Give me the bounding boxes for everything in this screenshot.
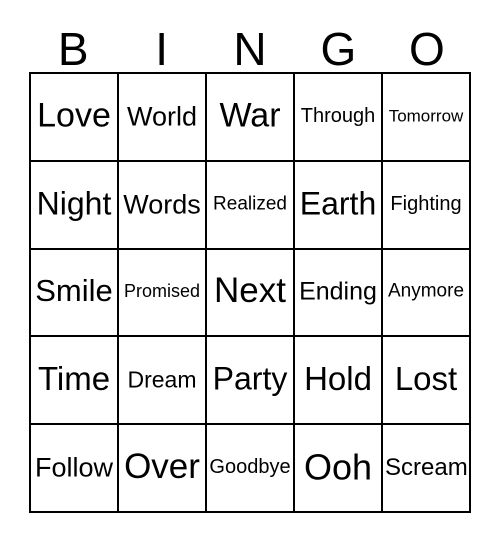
bingo-cell-label: Through <box>300 104 376 127</box>
bingo-cell-label: Dream <box>127 366 197 393</box>
bingo-cell-label: Tomorrow <box>388 106 464 126</box>
bingo-cell-label: Anymore <box>387 281 465 303</box>
bingo-cell[interactable]: Fighting <box>383 161 471 250</box>
bingo-cell[interactable]: Lost <box>383 337 471 426</box>
bingo-cell[interactable]: Words <box>119 161 207 250</box>
bingo-header-letter-o: O <box>408 23 445 75</box>
bingo-cell-label: Earth <box>299 185 377 222</box>
bingo-cell[interactable]: Smile <box>31 249 119 338</box>
bingo-cell-label: Lost <box>394 360 458 398</box>
bingo-cell-label: Love <box>37 96 111 135</box>
bingo-cell-label: Time <box>37 360 111 398</box>
bingo-cell-label: Hold <box>304 360 372 398</box>
bingo-cell-label: Fighting <box>390 192 462 215</box>
bingo-row: Smile Promised Next Ending Anymore <box>31 249 471 338</box>
bingo-cell-label: Goodbye <box>209 456 291 479</box>
bingo-header-letter-g: G <box>320 23 357 75</box>
bingo-grid: Love World War Through Tomorrow Night Wo… <box>29 72 471 513</box>
bingo-cell-label: Party <box>212 360 288 397</box>
bingo-cell-label: Night <box>36 185 112 222</box>
bingo-cell[interactable]: Love <box>31 74 119 162</box>
bingo-cell-label: Ending <box>299 277 377 306</box>
bingo-cell[interactable]: Scream <box>383 425 471 513</box>
bingo-row: Time Dream Party Hold Lost <box>31 337 471 426</box>
bingo-cell[interactable]: Over <box>119 425 207 513</box>
bingo-row: Love World War Through Tomorrow <box>31 74 471 162</box>
bingo-header-letter-b: B <box>57 23 89 75</box>
bingo-cell[interactable]: Anymore <box>383 249 471 338</box>
bingo-cell[interactable]: Hold <box>295 337 383 426</box>
bingo-header-row: B I N G O <box>29 18 471 72</box>
bingo-cell[interactable]: Earth <box>295 161 383 250</box>
bingo-cell[interactable]: War <box>207 74 295 162</box>
bingo-cell-label: Scream <box>385 453 468 481</box>
bingo-cell[interactable]: Tomorrow <box>383 74 471 162</box>
bingo-cell[interactable]: Realized <box>207 161 295 250</box>
bingo-cell[interactable]: Party <box>207 337 295 426</box>
bingo-header-letter-i: I <box>155 23 168 75</box>
bingo-header-letter-n: N <box>233 23 267 75</box>
bingo-cell-label: World <box>126 101 198 132</box>
bingo-cell-label: Ooh <box>303 446 373 488</box>
bingo-cell-label: War <box>219 96 281 135</box>
bingo-cell-label: Smile <box>35 273 113 309</box>
bingo-cell[interactable]: Next <box>207 249 295 338</box>
bingo-cell[interactable]: Goodbye <box>207 425 295 513</box>
bingo-card: B I N G O Love World War Through Tomorro… <box>0 0 500 544</box>
bingo-cell-label: Follow <box>34 452 114 483</box>
bingo-cell[interactable]: Through <box>295 74 383 162</box>
bingo-cell-label: Promised <box>123 281 201 302</box>
bingo-cell[interactable]: Ooh <box>295 425 383 513</box>
bingo-cell[interactable]: Promised <box>119 249 207 338</box>
bingo-cell[interactable]: Ending <box>295 249 383 338</box>
bingo-cell[interactable]: Night <box>31 161 119 250</box>
bingo-cell-label: Over <box>124 446 200 486</box>
bingo-cell-label: Words <box>123 188 201 219</box>
bingo-cell-label: Next <box>214 271 286 311</box>
bingo-row: Follow Over Goodbye Ooh Scream <box>31 425 471 513</box>
bingo-cell[interactable]: World <box>119 74 207 162</box>
bingo-cell-label: Realized <box>213 193 287 215</box>
bingo-cell[interactable]: Time <box>31 337 119 426</box>
bingo-cell[interactable]: Follow <box>31 425 119 513</box>
bingo-row: Night Words Realized Earth Fighting <box>31 161 471 250</box>
bingo-cell[interactable]: Dream <box>119 337 207 426</box>
